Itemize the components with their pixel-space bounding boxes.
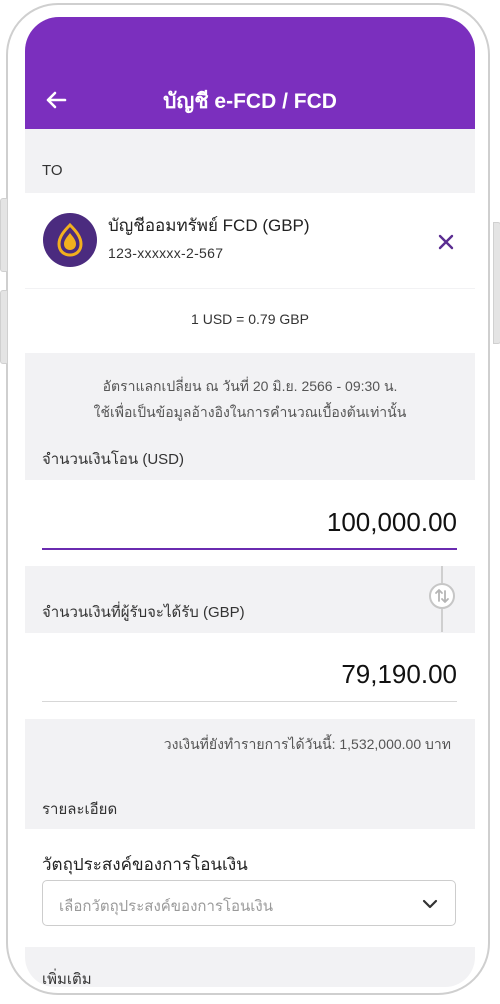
purpose-label: วัตถุประสงค์ของการโอนเงิน — [42, 855, 248, 874]
purpose-placeholder: เลือกวัตถุประสงค์ของการโอนเงิน — [59, 898, 273, 915]
swap-connector-bottom — [441, 609, 443, 632]
receive-amount-value: 79,190.00 — [341, 659, 457, 689]
receive-amount-label: จำนวนเงินที่ผู้รับจะได้รับ (GBP) — [42, 604, 245, 621]
swap-icon[interactable] — [429, 583, 455, 609]
receive-amount-underline — [42, 701, 457, 702]
page-title: บัญชี e-FCD / FCD — [163, 90, 337, 113]
app-header: บัญชี e-FCD / FCD — [25, 17, 475, 129]
chevron-down-icon — [422, 899, 438, 909]
exchange-rate-row: 1 USD = 0.79 GBP — [25, 289, 475, 353]
to-section-label: TO — [42, 162, 63, 179]
account-name: บัญชีออมทรัพย์ FCD (GBP) — [108, 216, 310, 235]
daily-limit-text: วงเงินที่ยังทำรายการได้วันนี้: 1,532,000… — [163, 736, 451, 752]
rate-note-line-1: อัตราแลกเปลี่ยน ณ วันที่ 20 มิ.ย. 2566 -… — [102, 378, 398, 394]
phone-side-button-left-2 — [0, 290, 8, 364]
app-screen: บัญชี e-FCD / FCD TO บัญชีออมทรัพย์ FCD … — [25, 17, 475, 987]
phone-side-button-left-1 — [0, 198, 8, 272]
bank-logo-icon — [43, 213, 97, 267]
transfer-amount-value[interactable]: 100,000.00 — [327, 507, 457, 538]
account-number: 123-xxxxxx-2-567 — [108, 245, 224, 261]
details-section-label: รายละเอียด — [42, 801, 118, 818]
exchange-rate: 1 USD = 0.79 GBP — [191, 311, 309, 327]
transfer-amount-underline — [42, 548, 457, 550]
transfer-amount-field[interactable]: 100,000.00 — [25, 480, 475, 566]
more-section-label: เพิ่มเติม — [42, 971, 92, 987]
phone-side-button-right — [493, 222, 500, 344]
destination-account-card[interactable]: บัญชีออมทรัพย์ FCD (GBP) 123-xxxxxx-2-56… — [25, 193, 475, 288]
swap-connector-top — [441, 566, 443, 583]
rate-note-line-2: ใช้เพื่อเป็นข้อมูลอ้างอิงในการคำนวณเบื้อ… — [93, 404, 407, 420]
receive-amount-field[interactable]: 79,190.00 — [25, 633, 475, 719]
purpose-dropdown[interactable]: เลือกวัตถุประสงค์ของการโอนเงิน — [42, 880, 456, 926]
close-icon[interactable] — [437, 233, 455, 251]
transfer-amount-label: จำนวนเงินโอน (USD) — [42, 451, 184, 468]
